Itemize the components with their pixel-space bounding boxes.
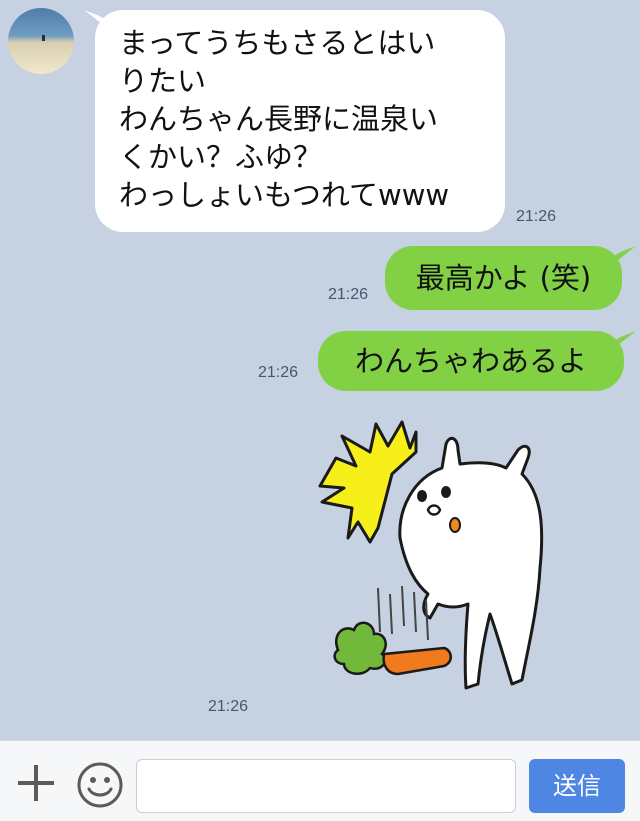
rabbit-dropping-carrot-sticker[interactable] [318,418,558,690]
rabbit-left-eye [417,490,427,502]
message-bubble-incoming-1[interactable]: まってうちもさるとはい りたい わんちゃん長野に温泉い くかい？ふゆ？ わっしょ… [95,10,505,232]
message-line: わっしょいもつれてwww [119,178,450,212]
message-bubble-outgoing-1[interactable]: 最高かよ (笑) [385,246,622,310]
carrot-leaves [333,621,387,676]
message-line: わんちゃん長野に温泉い [119,102,439,136]
send-button[interactable]: 送信 [529,759,625,813]
message-input[interactable] [136,759,516,813]
message-bubble-outgoing-2[interactable]: わんちゃわあるよ [318,331,624,391]
message-timestamp: 21:26 [328,286,369,303]
message-line: くかい？ふゆ？ [119,140,323,174]
message-timestamp: 21:26 [516,208,557,225]
message-line: りたい [119,64,207,98]
message-timestamp: 21:26 [258,364,299,381]
smiley-icon[interactable] [76,761,124,809]
avatar-figure [42,35,45,41]
motion-lines [377,585,429,641]
message-timestamp: 21:26 [208,698,249,715]
message-line: まってうちもさるとはい [119,26,436,60]
chat-area[interactable]: まってうちもさるとはい りたい わんちゃん長野に温泉い くかい？ふゆ？ わっしょ… [0,0,640,740]
message-input-bar: 送信 [0,740,640,821]
rabbit-mouth [449,517,461,533]
rabbit-right-eye [441,486,451,498]
carrot [382,646,452,676]
rabbit-nose [426,504,442,516]
plus-icon[interactable] [14,761,58,805]
contact-avatar[interactable] [8,8,74,74]
